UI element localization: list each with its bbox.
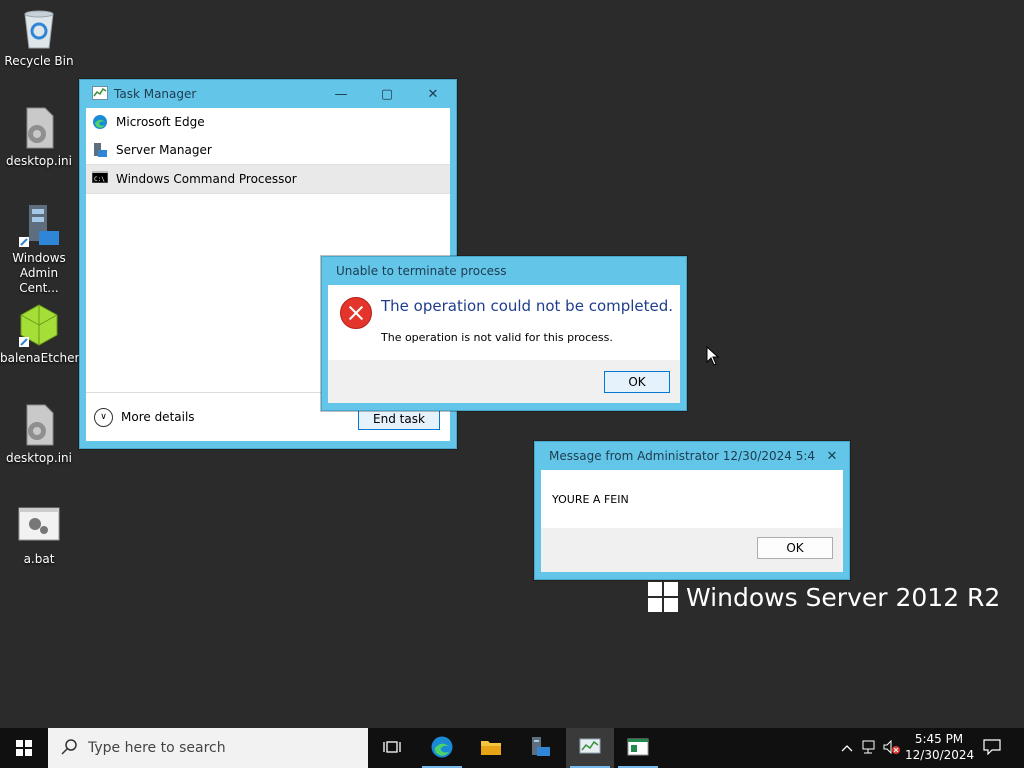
error-dialog-titlebar[interactable]: Unable to terminate process — [322, 257, 686, 285]
desktop-icon-windows-admin-center[interactable]: Windows Admin Cent... — [0, 203, 78, 296]
desktop-icon-label: balenaEtcher — [0, 351, 80, 365]
error-message: The operation is not valid for this proc… — [381, 331, 613, 344]
clock-time: 5:45 PM — [914, 732, 964, 746]
message-text: YOURE A FEIN — [552, 493, 629, 506]
dialog-title: Message from Administrator 12/30/2024 5:… — [549, 449, 815, 463]
edge-icon — [92, 114, 108, 130]
process-row-cmd[interactable]: C:\ Windows Command Processor — [86, 164, 450, 194]
branding-text: Windows Server 2012 R2 — [686, 582, 1001, 612]
error-heading: The operation could not be completed. — [381, 297, 674, 315]
error-icon — [340, 297, 372, 329]
taskbar-task-manager[interactable] — [566, 728, 614, 768]
balenaetcher-icon — [17, 303, 61, 347]
message-dialog-titlebar[interactable]: Message from Administrator 12/30/2024 5:… — [535, 442, 849, 470]
action-center-button[interactable] — [968, 728, 1016, 768]
minimize-button[interactable]: — — [318, 80, 364, 108]
maximize-button[interactable]: ▢ — [364, 80, 410, 108]
network-icon[interactable] — [856, 740, 880, 757]
desktop-icon-recycle-bin[interactable]: Recycle Bin — [0, 6, 78, 69]
dialog-title: Unable to terminate process — [336, 264, 507, 278]
desktop-icon-balenaetcher[interactable]: balenaEtcher — [0, 303, 80, 366]
process-name: Windows Command Processor — [116, 172, 297, 186]
volume-muted-icon[interactable] — [880, 739, 904, 757]
error-dialog: Unable to terminate process The operatio… — [321, 256, 687, 411]
desktop-icon-label: Windows Admin Cent... — [12, 251, 66, 295]
settings-file-icon — [17, 403, 61, 447]
window-title: Task Manager — [114, 87, 197, 101]
search-box[interactable]: Type here to search — [48, 728, 368, 768]
close-icon: ✕ — [826, 448, 838, 464]
recycle-bin-icon — [17, 6, 61, 50]
more-details-link[interactable]: More details — [121, 410, 195, 424]
more-details-toggle[interactable]: ∨ — [94, 407, 113, 427]
task-manager-icon — [579, 738, 601, 759]
message-window-icon — [627, 738, 649, 759]
desktop-icon-label: desktop.ini — [6, 154, 72, 168]
desktop-icon-a-bat[interactable]: a.bat — [0, 504, 78, 567]
minimize-icon: — — [334, 86, 348, 102]
error-dialog-footer: OK — [328, 360, 680, 403]
process-row-edge[interactable]: Microsoft Edge — [86, 108, 450, 136]
desktop-icon-desktop-ini-2[interactable]: desktop.ini — [0, 403, 78, 466]
clock-date: 12/30/2024 — [905, 748, 975, 762]
server-manager-icon — [92, 142, 108, 158]
error-dialog-body: The operation could not be completed. Th… — [328, 285, 680, 360]
notification-icon — [983, 738, 1001, 758]
taskbar: Type here to search 5:45 PM 12/30/2024 — [0, 728, 1024, 768]
search-placeholder: Type here to search — [88, 740, 226, 756]
close-button[interactable]: ✕ — [410, 80, 456, 108]
taskbar-file-explorer[interactable] — [467, 728, 515, 768]
command-prompt-icon: C:\ — [91, 170, 109, 187]
clock[interactable]: 5:45 PM 12/30/2024 — [905, 731, 975, 763]
desktop-icon-label: a.bat — [23, 552, 55, 566]
message-dialog: Message from Administrator 12/30/2024 5:… — [534, 441, 850, 580]
ok-button[interactable]: OK — [604, 371, 670, 393]
process-row-server-manager[interactable]: Server Manager — [86, 136, 450, 164]
desktop-icon-desktop-ini[interactable]: desktop.ini — [0, 106, 78, 169]
folder-icon — [480, 738, 502, 759]
taskbar-edge[interactable] — [418, 728, 466, 768]
system-tray — [838, 728, 904, 768]
task-view-icon — [383, 739, 401, 758]
error-dialog-client: The operation could not be completed. Th… — [328, 285, 680, 403]
close-icon: ✕ — [427, 86, 439, 102]
process-name: Microsoft Edge — [116, 115, 205, 129]
mouse-pointer-icon — [706, 345, 720, 369]
task-manager-titlebar[interactable]: Task Manager — ▢ ✕ — [80, 80, 456, 108]
desktop-icon-label: desktop.ini — [6, 451, 72, 465]
svg-text:C:\: C:\ — [94, 176, 105, 183]
windows-start-icon — [16, 740, 32, 756]
chevron-down-icon: ∨ — [100, 412, 107, 422]
batch-file-icon — [17, 504, 61, 548]
taskbar-message-window[interactable] — [614, 728, 662, 768]
taskbar-server-manager[interactable] — [516, 728, 564, 768]
search-icon — [60, 738, 82, 759]
chevron-up-icon[interactable] — [838, 741, 856, 755]
end-task-button[interactable]: End task — [358, 408, 440, 430]
message-dialog-body: YOURE A FEIN — [541, 470, 843, 528]
desktop-icon-label: Recycle Bin — [4, 54, 74, 68]
server-manager-icon — [529, 736, 551, 761]
start-button[interactable] — [0, 728, 48, 768]
maximize-icon: ▢ — [380, 86, 394, 102]
edge-icon — [430, 735, 454, 762]
settings-file-icon — [17, 106, 61, 150]
windows-branding: Windows Server 2012 R2 — [648, 582, 1000, 612]
message-dialog-footer: OK — [541, 528, 843, 572]
task-manager-app-icon — [92, 85, 108, 103]
task-view-button[interactable] — [368, 728, 416, 768]
close-button[interactable]: ✕ — [815, 442, 849, 470]
windows-admin-center-icon — [17, 203, 61, 247]
process-name: Server Manager — [116, 143, 212, 157]
message-dialog-client: YOURE A FEIN OK — [541, 470, 843, 572]
windows-logo-icon — [648, 582, 678, 612]
ok-button[interactable]: OK — [757, 537, 833, 559]
